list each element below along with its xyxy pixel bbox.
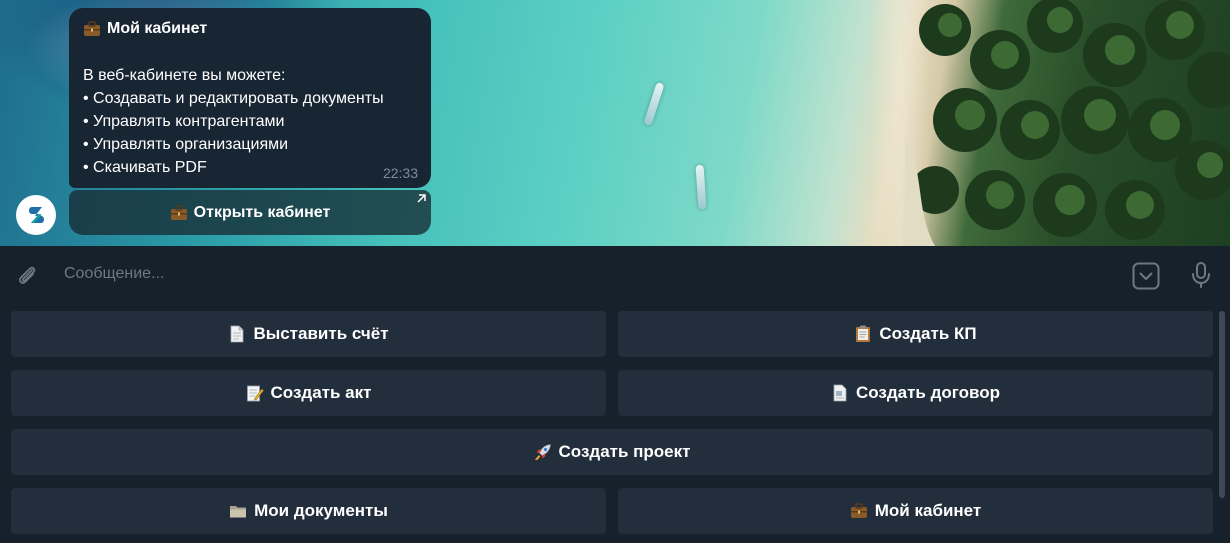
keyboard-toggle-icon[interactable] xyxy=(1132,262,1160,290)
clipboard-icon xyxy=(856,325,871,342)
message-line: В веб-кабинете вы можете: xyxy=(83,67,286,84)
create-contract-label: Создать договор xyxy=(855,383,1001,402)
create-kp-button[interactable]: Создать КП xyxy=(618,311,1213,357)
create-act-button[interactable]: Создать акт xyxy=(11,370,606,416)
message-time: 22:33 xyxy=(382,165,418,181)
message-line: • Скачивать PDF xyxy=(83,159,207,176)
message-body: В веб-кабинете вы можете: • Создавать и … xyxy=(83,64,417,179)
message-line: • Управлять контрагентами xyxy=(83,113,285,130)
keyboard-scrollbar[interactable] xyxy=(1219,311,1225,498)
message-composer xyxy=(0,246,1230,301)
reply-keyboard: Выставить счёт Создать КП Создать акт Со… xyxy=(0,301,1230,543)
page-icon xyxy=(231,325,244,343)
create-contract-button[interactable]: Создать договор xyxy=(618,370,1213,416)
create-project-button[interactable]: Создать проект xyxy=(11,429,1213,475)
message-line: • Управлять организациями xyxy=(83,136,289,153)
message-title-text: Мой кабинет xyxy=(107,20,208,37)
message-line: • Создавать и редактировать документы xyxy=(83,90,384,107)
open-cabinet-label: Открыть кабинет xyxy=(193,203,331,221)
my-cabinet-label: Мой кабинет xyxy=(874,501,982,520)
briefcase-icon xyxy=(850,503,867,518)
my-documents-button[interactable]: Мои документы xyxy=(11,488,606,534)
issue-invoice-button[interactable]: Выставить счёт xyxy=(11,311,606,357)
issue-invoice-label: Выставить счёт xyxy=(253,324,389,343)
my-documents-label: Мои документы xyxy=(254,501,388,520)
microphone-icon[interactable] xyxy=(1190,261,1212,289)
document-icon xyxy=(833,384,847,402)
briefcase-icon xyxy=(84,21,100,36)
open-cabinet-button[interactable]: Открыть кабинет xyxy=(69,190,431,235)
create-kp-label: Создать КП xyxy=(879,324,977,343)
wallpaper-boat xyxy=(695,164,707,210)
create-project-label: Создать проект xyxy=(558,442,691,461)
external-link-icon xyxy=(417,194,426,203)
wallpaper-boat xyxy=(643,81,665,127)
bot-logo-icon xyxy=(29,207,44,223)
bot-avatar[interactable] xyxy=(16,195,56,235)
briefcase-icon xyxy=(170,204,187,220)
paperclip-icon[interactable] xyxy=(14,262,40,288)
message-input[interactable] xyxy=(62,260,1066,288)
memo-icon xyxy=(246,385,264,402)
bot-message-bubble: Мой кабинет В веб-кабинете вы можете: • … xyxy=(69,8,431,188)
message-title: Мой кабинет xyxy=(83,18,417,40)
create-act-label: Создать акт xyxy=(270,383,372,402)
folder-icon xyxy=(230,506,247,518)
rocket-icon xyxy=(534,444,551,461)
wallpaper-palms xyxy=(905,0,1230,246)
my-cabinet-button[interactable]: Мой кабинет xyxy=(618,488,1213,534)
